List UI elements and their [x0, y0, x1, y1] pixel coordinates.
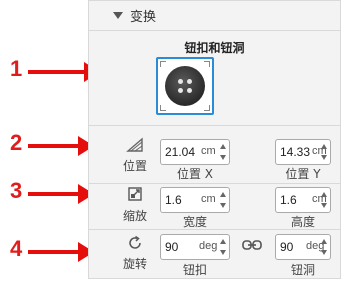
position-y-input[interactable]: 14.33 cm [275, 139, 331, 165]
field-value: 1.6 [280, 193, 297, 207]
field-unit: cm [201, 193, 216, 205]
divider [89, 125, 340, 126]
transform-panel: 变换 钮扣和钮洞 位置 21.04 cm 位置 X 14.33 cm 位置 Y … [88, 0, 341, 279]
stepper-arrows-icon[interactable] [320, 237, 328, 257]
annotation-arrow-1 [28, 62, 100, 82]
annotation-number-1: 1 [10, 56, 23, 81]
rotate-icon [125, 235, 145, 255]
position-triangle-icon [125, 137, 145, 157]
caption-width: 宽度 [182, 215, 207, 229]
stepper-arrows-icon[interactable] [219, 237, 227, 257]
transform-section-header[interactable]: 变换 [89, 1, 340, 31]
section-title: 变换 [130, 10, 157, 25]
caption-buttonhole: 钮洞 [290, 263, 315, 277]
field-value: 1.6 [165, 193, 182, 207]
position-x-input[interactable]: 21.04 cm [160, 139, 230, 165]
annotation-arrow-2 [28, 136, 94, 156]
annotation-arrow-4 [28, 242, 94, 262]
width-input[interactable]: 1.6 cm [160, 187, 230, 213]
divider [89, 229, 340, 230]
field-value: 14.33 [280, 145, 311, 159]
corner-mark [160, 105, 166, 111]
stepper-arrows-icon[interactable] [219, 142, 227, 162]
annotation-arrow-3 [28, 184, 94, 204]
field-unit: cm [201, 145, 216, 157]
height-input[interactable]: 1.6 cm [275, 187, 331, 213]
button-rotation-input[interactable]: 90 deg [160, 234, 230, 260]
buttonhole-rotation-input[interactable]: 90 deg [275, 234, 331, 260]
caption-position-y: 位置 Y [285, 167, 321, 181]
button-icon [165, 66, 205, 106]
divider [89, 183, 340, 184]
scale-icon [125, 187, 145, 207]
annotation-number-4: 4 [10, 236, 23, 261]
corner-mark [204, 105, 210, 111]
button-section-title: 钮扣和钮洞 [184, 41, 245, 55]
row-label-rotate: 旋转 [122, 257, 147, 271]
caption-button: 钮扣 [182, 263, 207, 277]
annotation-number-2: 2 [10, 130, 23, 155]
corner-mark [160, 61, 166, 67]
corner-mark [204, 61, 210, 67]
field-value: 21.04 [165, 145, 196, 159]
button-preview-swatch[interactable] [156, 57, 214, 115]
field-unit: deg [199, 240, 218, 252]
row-label-position: 位置 [122, 159, 147, 173]
caption-height: 高度 [290, 215, 315, 229]
field-value: 90 [280, 240, 294, 254]
annotation-number-3: 3 [10, 178, 23, 203]
field-value: 90 [165, 240, 179, 254]
caption-position-x: 位置 X [176, 167, 214, 181]
collapse-caret-icon[interactable] [113, 12, 123, 19]
row-label-scale: 缩放 [122, 209, 147, 223]
stepper-arrows-icon[interactable] [219, 190, 227, 210]
stepper-arrows-icon[interactable] [320, 142, 328, 162]
link-icon[interactable] [242, 239, 262, 253]
stepper-arrows-icon[interactable] [320, 190, 328, 210]
